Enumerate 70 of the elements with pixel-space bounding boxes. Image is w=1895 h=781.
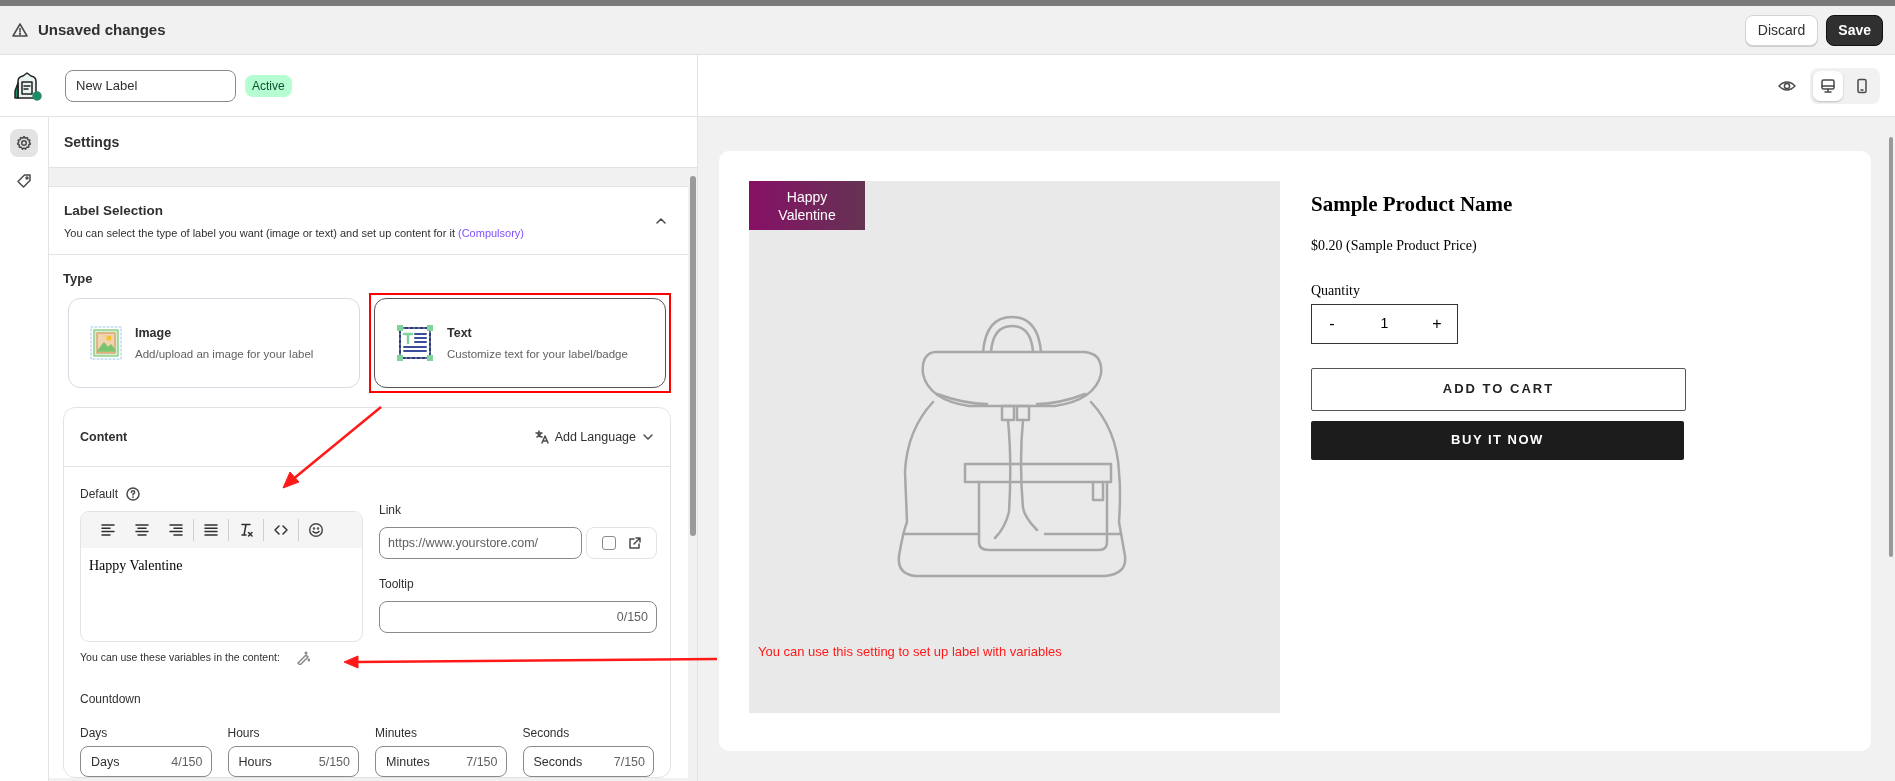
quantity-label: Quantity [1311, 281, 1361, 300]
character-counter: 7/150 [466, 753, 498, 771]
option-description: Customize text for your label/badge [447, 346, 628, 362]
external-link-icon [627, 536, 642, 551]
annotation-text: You can use this setting to set up label with variables [758, 642, 1062, 661]
desktop-view-button[interactable] [1813, 70, 1843, 101]
option-description: Add/upload an image for your label [135, 346, 314, 362]
product-name: Sample Product Name [1311, 191, 1514, 218]
section-title: Label Selection [64, 202, 165, 220]
character-counter: 4/150 [171, 753, 203, 771]
justify-icon [203, 522, 219, 539]
save-button[interactable]: Save [1826, 14, 1883, 46]
editor-text: Happy Valentine [88, 557, 184, 576]
quantity-value: 1 [1380, 314, 1389, 333]
link-field[interactable]: https://www.yourstore.com/ [379, 527, 582, 560]
field-label: Tooltip [379, 576, 415, 594]
field-label: Minutes [375, 725, 419, 742]
option-title: Image [135, 324, 173, 342]
label-name-field[interactable]: New Label [65, 69, 236, 102]
decrease-button[interactable]: - [1312, 304, 1352, 343]
add-to-cart-button[interactable]: ADD TO CART [1311, 367, 1686, 411]
field-label: Seconds [522, 725, 571, 742]
field-label: Default [80, 486, 119, 504]
align-center-icon [134, 522, 150, 539]
help-icon [126, 487, 141, 502]
increase-button[interactable]: + [1417, 304, 1457, 343]
add-language-button[interactable]: Add Language [534, 427, 654, 447]
new-tab-toggle[interactable] [586, 527, 657, 560]
status-badge: Active [245, 74, 292, 97]
field-label: Hours [227, 725, 261, 742]
tooltip-field[interactable] [379, 601, 657, 634]
character-counter: 7/150 [613, 753, 645, 771]
buy-now-button[interactable]: BUY IT NOW [1311, 420, 1684, 460]
discard-button[interactable]: Discard [1744, 14, 1819, 46]
scrollbar[interactable] [689, 176, 696, 536]
settings-tab[interactable] [10, 129, 38, 157]
hint-text: You can use these variables in the content: [80, 650, 280, 666]
label-badge: Happy Valentine [749, 181, 865, 230]
type-option[interactable]: Text Customize text for your label/badge [374, 298, 666, 389]
align-left-icon [100, 522, 116, 539]
section-description: You can select the type of label you want (image or text) and set up content for it (Compulsory) [64, 226, 524, 242]
settings-icon [16, 135, 32, 151]
field-label: Countdown [80, 691, 142, 708]
character-counter: 5/150 [318, 753, 350, 771]
field-label: Days [80, 725, 109, 742]
checkbox[interactable] [601, 536, 616, 551]
card-title: Content [80, 428, 128, 446]
tag-icon [16, 173, 32, 189]
monitor-icon [1820, 77, 1836, 94]
type-option[interactable]: Image Add/upload an image for your label [68, 298, 360, 389]
field-label: Link [379, 502, 402, 520]
character-counter: 0/150 [616, 608, 648, 626]
magic-wand-icon [295, 651, 310, 666]
text-icon [395, 323, 435, 364]
scrollbar[interactable] [1889, 137, 1893, 557]
quantity-stepper[interactable]: - 1 + [1311, 303, 1458, 344]
field-label: Type [63, 269, 94, 288]
page-title: Unsaved changes [38, 19, 166, 40]
align-right-icon [168, 522, 184, 539]
clear-format-icon [238, 522, 254, 539]
app-logo-icon [12, 70, 42, 101]
option-title: Text [447, 324, 473, 342]
phone-icon [1854, 77, 1870, 94]
variables-button[interactable] [295, 651, 310, 666]
warning-icon [12, 22, 28, 38]
product-price: $0.20 (Sample Product Price) [1311, 236, 1478, 255]
panel-title: Settings [64, 132, 120, 152]
translate-icon [534, 430, 549, 445]
emoji-icon [308, 522, 324, 539]
rich-text-editor[interactable]: Happy Valentine [80, 511, 363, 643]
